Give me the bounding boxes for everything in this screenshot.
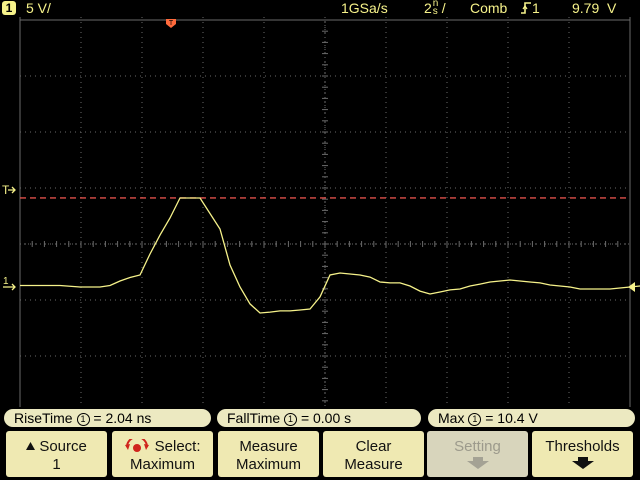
- status-bar: 1 5 V/ 1GSa/s 2 n s / Comb 1 9.79 V: [0, 0, 640, 17]
- time-unit-slash: /: [441, 0, 446, 16]
- measurement-rise-time: RiseTime 1 = 2.04 ns: [4, 409, 211, 427]
- clear-measure-softkey[interactable]: Clear Measure: [323, 431, 424, 477]
- thresholds-softkey[interactable]: Thresholds: [532, 431, 633, 477]
- trigger-level-unit: V: [607, 0, 617, 16]
- source-1-icon: 1: [284, 413, 298, 426]
- trigger-marker-icon: T: [166, 19, 176, 28]
- select-label: Select:: [154, 438, 201, 455]
- rising-edge-icon: [521, 2, 531, 14]
- down-arrow-icon: [466, 457, 489, 469]
- time-per-div-value: 2: [424, 0, 432, 16]
- trigger-source: 1: [532, 0, 540, 16]
- waveform-display[interactable]: T T 1: [0, 17, 640, 413]
- softkey-menu: Source 1 Select: Maximum Measure Maximum…: [0, 428, 640, 480]
- ground-marker-label: 1: [3, 276, 9, 287]
- source-1-icon: 1: [76, 413, 90, 426]
- volts-per-div: 5 V/: [26, 0, 51, 16]
- measurement-bar: RiseTime 1 = 2.04 ns FallTime 1 = 0.00 s…: [0, 407, 640, 428]
- down-arrow-icon: [571, 457, 594, 469]
- ground-marker-icon: 1: [3, 276, 16, 291]
- setting-softkey[interactable]: Setting: [427, 431, 528, 477]
- graticule-grid: [19, 17, 631, 413]
- select-knob-icon: [125, 436, 150, 452]
- source-label: Source: [39, 438, 87, 455]
- measurement-fall-time: FallTime 1 = 0.00 s: [217, 409, 421, 427]
- trigger-level-value: 9.79: [572, 0, 600, 16]
- level-marker-icon: T: [2, 183, 16, 197]
- trigger-level[interactable]: 9.79 V: [572, 0, 616, 17]
- trigger-setting[interactable]: 1: [520, 0, 540, 17]
- source-value: 1: [52, 456, 61, 473]
- source-1-icon: 1: [468, 413, 482, 426]
- waveform-graticule: T T 1: [2, 17, 640, 413]
- select-softkey[interactable]: Select: Maximum: [112, 431, 213, 477]
- time-per-div[interactable]: 2 n s /: [424, 0, 446, 17]
- select-value: Maximum: [129, 456, 195, 473]
- acquisition-mode: Comb: [470, 0, 508, 16]
- channel-1-trace: [20, 197, 640, 314]
- up-arrow-icon: [26, 442, 36, 450]
- measure-maximum-softkey[interactable]: Measure Maximum: [218, 431, 319, 477]
- source-softkey[interactable]: Source 1: [6, 431, 107, 477]
- channel-badge-icon[interactable]: 1: [2, 1, 16, 15]
- time-unit: ns: [432, 0, 439, 17]
- measurement-max: Max 1 = 10.4 V: [428, 409, 635, 427]
- trigger-marker-label: T: [169, 20, 174, 27]
- channel-scale[interactable]: 5 V/: [26, 0, 51, 17]
- right-edge-arrow-icon: [628, 282, 635, 292]
- sample-rate: 1GSa/s: [341, 0, 388, 16]
